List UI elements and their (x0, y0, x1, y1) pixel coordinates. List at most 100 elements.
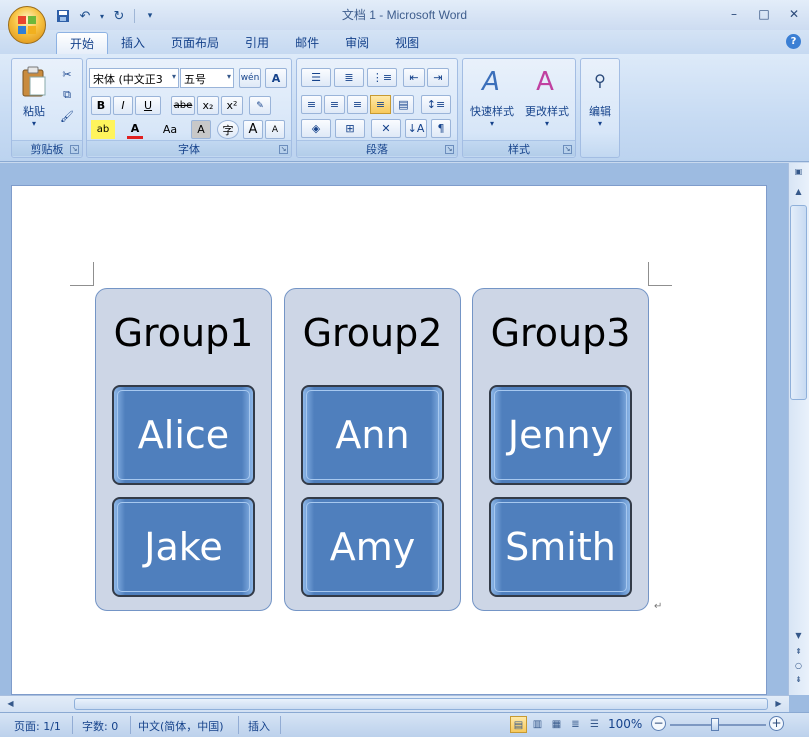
justify-icon[interactable]: ≡ (370, 95, 391, 114)
tab-insert[interactable]: 插入 (108, 32, 158, 54)
font-name-combo[interactable]: 宋体 (中文正3 ▾ (89, 68, 179, 88)
binoculars-icon[interactable]: ⚲ (585, 65, 615, 95)
shrink-font-button[interactable]: A (265, 120, 285, 139)
grow-font-button[interactable]: A (243, 120, 263, 139)
superscript-button[interactable]: x² (221, 96, 243, 115)
chevron-down-icon[interactable]: ▾ (519, 119, 575, 128)
chevron-down-icon[interactable]: ▾ (16, 119, 52, 128)
increase-indent-icon[interactable]: ⇥ (427, 68, 449, 87)
bullets-icon[interactable]: ☰ (301, 68, 331, 87)
word-count[interactable]: 字数: 0 (82, 718, 118, 734)
quick-styles-button[interactable]: 快速样式 (465, 103, 519, 119)
phonetic-guide-button[interactable]: wén (239, 68, 261, 88)
font-color-button[interactable]: A (127, 120, 143, 139)
strikethrough-button[interactable]: abe (171, 96, 195, 115)
member-box[interactable]: Ann (301, 385, 444, 485)
chevron-down-icon[interactable]: ▾ (465, 119, 519, 128)
next-page-icon[interactable]: ⇟ (790, 673, 807, 687)
show-marks-icon[interactable]: ¶ (431, 119, 451, 138)
vertical-scrollbar[interactable]: ▣ ▲ ▼ ⇞ ○ ⇟ (788, 163, 809, 695)
char-shading-button[interactable]: A (191, 120, 211, 139)
zoom-in-button[interactable]: + (769, 716, 784, 731)
smartart-group-box[interactable]: Group3 Jenny Smith (472, 288, 649, 611)
align-left-icon[interactable]: ≡ (301, 95, 322, 114)
smartart-group-box[interactable]: Group2 Ann Amy (284, 288, 461, 611)
minimize-button[interactable]: – (719, 4, 749, 24)
clear-formatting-button[interactable]: ✎ (249, 96, 271, 115)
tab-home[interactable]: 开始 (56, 32, 109, 54)
subscript-button[interactable]: x₂ (197, 96, 219, 115)
paste-icon[interactable] (18, 65, 50, 99)
line-spacing-icon[interactable]: ↕≡ (421, 95, 451, 114)
insert-mode-indicator[interactable]: 插入 (248, 718, 270, 734)
tab-references[interactable]: 引用 (232, 32, 282, 54)
paste-button[interactable]: 粘贴 (16, 103, 52, 119)
quick-styles-icon[interactable]: A (473, 65, 509, 99)
sort-icon[interactable]: ↓A (405, 119, 427, 138)
print-layout-view-icon[interactable]: ▤ (510, 716, 527, 733)
zoom-out-button[interactable]: − (651, 716, 666, 731)
full-screen-reading-icon[interactable]: ▥ (529, 716, 546, 733)
align-right-icon[interactable]: ≡ (347, 95, 368, 114)
borders-icon[interactable]: ⊞ (335, 119, 365, 138)
char-border-button[interactable]: A (265, 68, 287, 88)
tab-view[interactable]: 视图 (382, 32, 432, 54)
change-case-button[interactable]: Aa (157, 120, 183, 139)
tab-page-layout[interactable]: 页面布局 (158, 32, 232, 54)
editing-button[interactable]: 编辑 (581, 103, 619, 119)
font-size-combo[interactable]: 五号 ▾ (180, 68, 234, 88)
dialog-launcher-icon[interactable]: ↘ (445, 145, 454, 154)
horizontal-scrollbar[interactable]: ◀ ▶ (0, 695, 789, 712)
ruler-toggle-icon[interactable]: ▣ (790, 165, 807, 179)
distributed-icon[interactable]: ▤ (393, 95, 414, 114)
multilevel-list-icon[interactable]: ⋮≡ (367, 68, 397, 87)
dialog-launcher-icon[interactable]: ↘ (70, 145, 79, 154)
help-icon[interactable]: ? (786, 34, 801, 49)
horizontal-scroll-thumb[interactable] (74, 698, 768, 710)
dialog-launcher-icon[interactable]: ↘ (563, 145, 572, 154)
underline-button[interactable]: U (135, 96, 161, 115)
smartart-group-box[interactable]: Group1 Alice Jake (95, 288, 272, 611)
member-box[interactable]: Jake (112, 497, 255, 597)
language-indicator[interactable]: 中文(简体，中国) (138, 718, 224, 734)
align-center-icon[interactable]: ≡ (324, 95, 345, 114)
member-box[interactable]: Smith (489, 497, 632, 597)
scroll-down-icon[interactable]: ▼ (790, 629, 807, 643)
member-box[interactable]: Alice (112, 385, 255, 485)
italic-button[interactable]: I (113, 96, 133, 115)
maximize-button[interactable]: □ (749, 4, 779, 24)
draft-view-icon[interactable]: ☰ (586, 716, 603, 733)
web-layout-icon[interactable]: ▦ (548, 716, 565, 733)
chinese-layout-icon[interactable]: ✕ (371, 119, 401, 138)
dialog-launcher-icon[interactable]: ↘ (279, 145, 288, 154)
previous-page-icon[interactable]: ⇞ (790, 645, 807, 659)
format-painter-icon[interactable]: 🖌 (58, 107, 76, 125)
enclose-char-button[interactable]: 字 (217, 120, 239, 139)
bold-button[interactable]: B (91, 96, 111, 115)
member-box[interactable]: Jenny (489, 385, 632, 485)
tab-mailings[interactable]: 邮件 (282, 32, 332, 54)
shading-icon[interactable]: ◈ (301, 119, 331, 138)
member-box[interactable]: Amy (301, 497, 444, 597)
cut-icon[interactable]: ✂ (58, 65, 76, 83)
decrease-indent-icon[interactable]: ⇤ (403, 68, 425, 87)
tab-review[interactable]: 审阅 (332, 32, 382, 54)
change-styles-icon[interactable]: A (527, 65, 563, 99)
office-button[interactable] (8, 6, 46, 44)
numbering-icon[interactable]: ≣ (334, 68, 364, 87)
chevron-down-icon[interactable]: ▾ (581, 119, 619, 128)
vertical-scroll-thumb[interactable] (790, 205, 807, 400)
highlight-button[interactable]: ab (91, 120, 115, 139)
select-browse-icon[interactable]: ○ (790, 659, 807, 673)
change-styles-button[interactable]: 更改样式 (519, 103, 575, 119)
document-page[interactable]: Group1 Alice Jake Group2 Ann Amy Group3 … (11, 185, 767, 695)
page-count[interactable]: 页面: 1/1 (14, 718, 61, 734)
zoom-level[interactable]: 100% (608, 717, 642, 731)
zoom-slider-thumb[interactable] (711, 718, 719, 731)
scroll-left-icon[interactable]: ◀ (2, 697, 19, 711)
copy-icon[interactable]: ⧉ (58, 86, 76, 104)
outline-view-icon[interactable]: ≣ (567, 716, 584, 733)
close-button[interactable]: ✕ (779, 4, 809, 24)
scroll-right-icon[interactable]: ▶ (770, 697, 787, 711)
scroll-up-icon[interactable]: ▲ (790, 185, 807, 199)
